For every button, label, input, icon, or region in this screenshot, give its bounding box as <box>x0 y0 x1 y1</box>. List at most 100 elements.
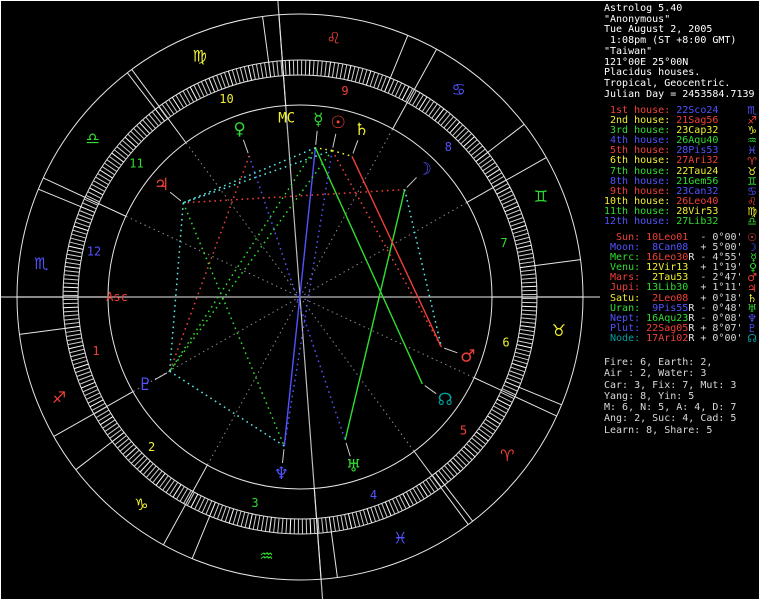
degree-tick <box>151 111 162 124</box>
planet-position-list: Sun: 10Leo01 - 0°00' ☉ Moon: 8Can08 + 5°0… <box>604 232 758 344</box>
degree-tick <box>136 125 148 137</box>
degree-tick <box>444 465 455 478</box>
planet-glyph-mercury: ☿ <box>313 110 323 130</box>
degree-tick <box>264 62 268 78</box>
degree-tick <box>256 515 261 531</box>
degree-tick <box>421 98 431 112</box>
degree-tick <box>518 252 534 257</box>
degree-tick <box>520 321 536 324</box>
degree-tick <box>516 344 532 349</box>
degree-tick <box>128 449 140 461</box>
degree-tick <box>71 356 87 362</box>
degree-tick <box>244 512 250 528</box>
degree-tick <box>359 510 365 526</box>
degree-tick <box>248 513 253 529</box>
degree-tick <box>133 127 145 140</box>
degree-tick <box>175 94 185 109</box>
degree-tick <box>247 65 253 81</box>
degree-tick <box>516 244 532 250</box>
degree-tick <box>104 162 118 172</box>
degree-tick <box>449 460 461 472</box>
app-title: Astrolog 5.40 <box>604 3 683 14</box>
degree-tick <box>491 408 505 418</box>
degree-tick <box>224 507 231 523</box>
degree-tick <box>130 452 143 464</box>
degree-tick <box>171 97 181 111</box>
sign-boundary-line <box>126 72 156 110</box>
degree-tick <box>63 282 79 285</box>
degree-tick <box>509 370 524 377</box>
degree-tick <box>101 166 115 176</box>
degree-tick <box>272 61 275 77</box>
planet-glyph-pluto: ♇ <box>138 375 153 395</box>
degree-tick <box>521 313 537 316</box>
degree-tick <box>366 508 373 524</box>
sign-boundary-line <box>487 123 525 153</box>
planet-row: Node: 17Ari02R + 0°00' ☊ <box>604 333 758 344</box>
degree-tick <box>471 437 484 448</box>
degree-tick <box>64 265 80 269</box>
degree-tick <box>240 511 246 527</box>
degree-tick <box>76 217 91 224</box>
sign-boundary-line <box>534 259 581 267</box>
degree-tick <box>276 61 279 77</box>
degree-tick <box>517 340 533 345</box>
degree-tick <box>419 483 429 497</box>
degree-tick <box>70 352 86 358</box>
degree-tick <box>100 416 114 426</box>
degree-tick <box>73 225 89 232</box>
degree-tick <box>235 68 241 84</box>
sign-glyph-cancer: ♋ <box>451 80 465 99</box>
degree-tick <box>511 362 527 369</box>
degree-tick <box>518 256 534 261</box>
degree-tick <box>72 229 88 235</box>
degree-tick <box>460 133 472 145</box>
degree-tick <box>452 124 464 137</box>
degree-tick <box>328 516 332 532</box>
degree-tick <box>486 168 500 178</box>
degree-tick <box>480 425 494 435</box>
degree-tick <box>487 415 501 425</box>
degree-tick <box>321 517 324 533</box>
degree-tick <box>438 470 449 483</box>
axis-line <box>299 296 324 600</box>
house-number-4: 4 <box>370 488 377 502</box>
axis-line <box>277 0 301 298</box>
aspect-square-line <box>183 188 405 204</box>
degree-tick <box>72 359 88 366</box>
degree-tick <box>316 60 319 76</box>
degree-tick <box>288 60 291 76</box>
degree-tick <box>111 152 124 163</box>
degree-tick <box>268 517 272 533</box>
sign-glyph-aquarius: ♒ <box>259 546 273 565</box>
degree-tick <box>312 60 315 76</box>
degree-tick <box>480 158 493 169</box>
aspect-sextile-line <box>168 202 185 372</box>
degree-tick <box>449 121 461 134</box>
degree-tick <box>477 155 491 166</box>
degree-tick <box>76 370 92 377</box>
degree-tick <box>339 63 344 79</box>
house-cusp-line <box>299 296 415 452</box>
degree-tick <box>63 306 79 309</box>
house-cusp-line <box>299 296 475 379</box>
degree-tick <box>165 101 175 115</box>
degree-tick <box>328 61 332 77</box>
degree-tick <box>478 428 492 439</box>
degree-tick <box>431 105 442 119</box>
stats-line: Air : 2, Water: 3 <box>604 368 707 380</box>
degree-tick <box>482 422 496 432</box>
degree-tick <box>111 432 125 443</box>
degree-tick <box>344 514 349 530</box>
degree-tick <box>511 224 527 231</box>
info-panel: Astrolog 5.40 "Anonymous" Tue August 2, … <box>600 0 760 600</box>
degree-tick <box>365 70 372 86</box>
degree-tick <box>336 515 341 531</box>
degree-tick <box>65 329 81 333</box>
degree-tick <box>373 505 380 521</box>
degree-tick <box>521 305 537 308</box>
degree-tick <box>521 281 537 284</box>
degree-tick <box>520 273 536 276</box>
aspect-square-line <box>168 155 250 372</box>
degree-tick <box>152 470 163 484</box>
